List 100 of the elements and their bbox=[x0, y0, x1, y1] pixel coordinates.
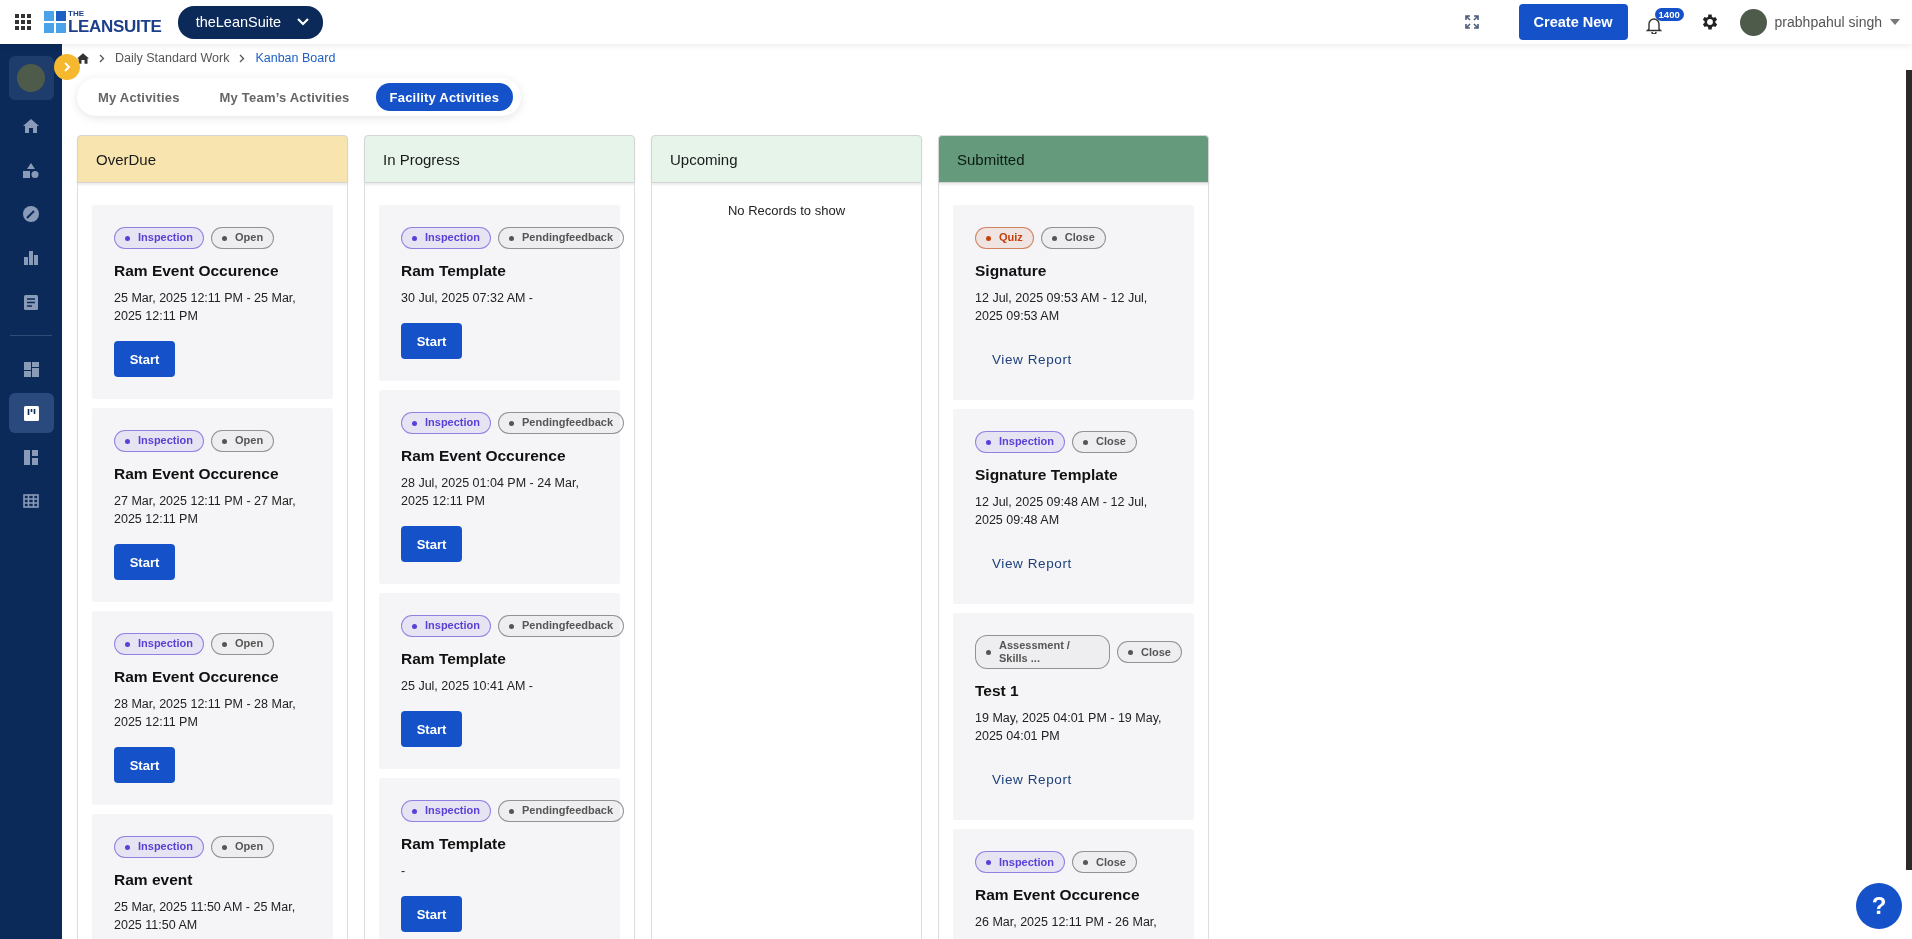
workspace-dropdown[interactable]: theLeanSuite bbox=[177, 5, 324, 39]
home-icon[interactable] bbox=[77, 52, 89, 64]
expand-icon[interactable] bbox=[1464, 15, 1479, 29]
apps-grid-icon[interactable] bbox=[15, 14, 31, 30]
tag-label: Open bbox=[235, 434, 264, 448]
activity-card[interactable]: Assessment / Skills ... Close Test 1 19 May, 2025 04:01 PM - 19 May, 2025 04:01 PM View Report bbox=[953, 613, 1194, 821]
tag-label: Open bbox=[235, 231, 264, 245]
card-dates: 19 May, 2025 04:01 PM - 19 May, 2025 04:01 PM bbox=[975, 710, 1163, 746]
tag-label: Inspection bbox=[425, 804, 480, 818]
tag-label: Inspection bbox=[138, 840, 193, 854]
card-dates: - bbox=[401, 863, 407, 880]
document-icon bbox=[24, 294, 38, 310]
view-report-button[interactable]: View Report bbox=[992, 772, 1072, 788]
activity-card[interactable]: Inspection Open Ram Event Occurence 27 Mar, 2025 12:11 PM - 27 Mar, 2025 12:11 PM Start bbox=[92, 408, 333, 602]
tag-label: Pendingfeedback bbox=[522, 619, 614, 633]
breadcrumb-link[interactable]: Kanban Board bbox=[255, 51, 336, 65]
logo-text: LEANSUITE bbox=[68, 17, 162, 35]
card-dates: 26 Mar, 2025 12:11 PM - 26 Mar, bbox=[975, 914, 1158, 932]
tag-label: Inspection bbox=[425, 619, 480, 633]
activity-card[interactable]: Inspection Open Ram event 25 Mar, 2025 11:50 AM - 25 Mar, 2025 11:50 AM bbox=[92, 814, 333, 939]
card-title: Ram Template bbox=[401, 262, 507, 280]
layout-icon bbox=[24, 449, 38, 465]
card-title: Ram Event Occurence bbox=[401, 447, 567, 465]
tab[interactable]: My Activities bbox=[84, 83, 194, 111]
tag-label: Close bbox=[1141, 645, 1171, 659]
card-dates: 27 Mar, 2025 12:11 PM - 27 Mar, 2025 12:11 PM bbox=[114, 493, 297, 528]
tag-label: Close bbox=[1064, 231, 1095, 245]
activity-card[interactable]: Inspection Open Ram Event Occurence 25 Mar, 2025 12:11 PM - 25 Mar, 2025 12:11 PM Start bbox=[92, 205, 333, 399]
user-name[interactable]: prabhpahul singh bbox=[1774, 14, 1882, 30]
view-report-button[interactable]: View Report bbox=[992, 556, 1072, 571]
sidebar-item[interactable] bbox=[8, 393, 54, 433]
tag-label: Inspection bbox=[425, 231, 480, 245]
tag-label: Assessment / Skills ... bbox=[999, 639, 1071, 666]
help-button[interactable]: ? bbox=[1856, 883, 1902, 929]
shapes-icon bbox=[23, 162, 39, 178]
caret-down-icon[interactable] bbox=[1890, 19, 1900, 25]
card-dates: 28 Mar, 2025 12:11 PM - 28 Mar, 2025 12:11 PM bbox=[114, 696, 297, 731]
start-button[interactable]: Start bbox=[401, 896, 462, 932]
card-title: Ram Template bbox=[401, 835, 507, 853]
user-avatar[interactable] bbox=[1739, 8, 1767, 36]
tag-label: Pendingfeedback bbox=[522, 804, 614, 818]
create-new-button[interactable]: Create New bbox=[1518, 4, 1628, 40]
dashboard-icon bbox=[23, 361, 39, 377]
card-dates: 28 Jul, 2025 01:04 PM - 24 Mar, 2025 12:11 PM bbox=[401, 475, 580, 510]
start-button[interactable]: Start bbox=[401, 323, 462, 359]
column-header: OverDue bbox=[77, 135, 348, 183]
gauge-icon bbox=[23, 206, 39, 222]
card-dates: 25 Mar, 2025 12:11 PM - 25 Mar, 2025 12:11 PM bbox=[114, 290, 297, 325]
tag-label: Close bbox=[1096, 435, 1126, 449]
scrollbar[interactable] bbox=[1906, 70, 1912, 870]
tag-label: Inspection bbox=[999, 855, 1054, 869]
card-dates: 12 Jul, 2025 09:53 AM - 12 Jul, 2025 09:53 AM bbox=[975, 290, 1149, 325]
card-dates: 25 Jul, 2025 10:41 AM - bbox=[401, 678, 535, 695]
empty-message: No Records to show bbox=[726, 203, 847, 218]
bar-chart-icon bbox=[24, 251, 38, 265]
column-header: In Progress bbox=[364, 135, 635, 183]
bell-icon[interactable] bbox=[1645, 16, 1662, 34]
profile-tile[interactable] bbox=[8, 56, 54, 100]
activity-card[interactable]: Inspection Close Signature Template 12 Jul, 2025 09:48 AM - 12 Jul, 2025 09:48 AM View Report bbox=[953, 409, 1194, 604]
chevron-right-icon bbox=[99, 53, 105, 63]
expand-sidebar-button[interactable] bbox=[54, 54, 80, 80]
start-button[interactable]: Start bbox=[401, 711, 462, 747]
chevron-right-icon bbox=[63, 62, 71, 72]
tag-label: Close bbox=[1096, 855, 1126, 869]
card-title: Ram Event Occurence bbox=[114, 262, 280, 280]
home-icon bbox=[23, 119, 39, 133]
tag-label: Inspection bbox=[138, 434, 193, 448]
card-title: Ram Event Occurence bbox=[975, 886, 1141, 905]
tab[interactable]: Facility Activities bbox=[375, 83, 514, 111]
profile-avatar bbox=[17, 64, 45, 92]
tab[interactable]: My Team’s Activities bbox=[205, 83, 364, 111]
start-button[interactable]: Start bbox=[114, 341, 175, 377]
chevron-down-icon bbox=[297, 18, 310, 26]
start-button[interactable]: Start bbox=[114, 544, 175, 580]
card-title: Signature bbox=[975, 262, 1048, 280]
tag-label: Open bbox=[235, 637, 264, 651]
card-dates: 30 Jul, 2025 07:32 AM - bbox=[401, 290, 535, 307]
view-report-button[interactable]: View Report bbox=[992, 352, 1072, 367]
activity-card[interactable]: Inspection Close Ram Event Occurence 26 Mar, 2025 12:11 PM - 26 Mar, bbox=[953, 829, 1194, 939]
logo-small-text: THE bbox=[68, 9, 85, 18]
tag-label: Inspection bbox=[999, 435, 1054, 449]
column-header: Submitted bbox=[938, 135, 1209, 183]
breadcrumb-link[interactable]: Daily Standard Work bbox=[115, 51, 230, 65]
start-button[interactable]: Start bbox=[114, 747, 175, 783]
card-title: Ram Template bbox=[401, 650, 507, 668]
card-title: Ram Event Occurence bbox=[114, 465, 280, 483]
tag-label: Inspection bbox=[138, 231, 193, 245]
column-header: Upcoming bbox=[651, 135, 922, 183]
card-title: Test 1 bbox=[975, 682, 1020, 701]
tag-label: Inspection bbox=[138, 637, 193, 651]
start-button[interactable]: Start bbox=[401, 526, 462, 562]
activity-card[interactable]: Quiz Close Signature 12 Jul, 2025 09:53 AM - 12 Jul, 2025 09:53 AM View Report bbox=[953, 205, 1194, 400]
table-grid-icon bbox=[23, 494, 39, 508]
tag-label: Inspection bbox=[425, 416, 480, 430]
tag-label: Open bbox=[235, 840, 264, 854]
card-dates: 25 Mar, 2025 11:50 AM - 25 Mar, 2025 11:50 AM bbox=[114, 899, 297, 934]
card-title: Ram Event Occurence bbox=[114, 668, 280, 686]
activity-card[interactable]: Inspection Open Ram Event Occurence 28 Mar, 2025 12:11 PM - 28 Mar, 2025 12:11 PM Start bbox=[92, 611, 333, 805]
tag-label: Pendingfeedback bbox=[522, 231, 614, 245]
tag-label: Pendingfeedback bbox=[522, 416, 614, 430]
